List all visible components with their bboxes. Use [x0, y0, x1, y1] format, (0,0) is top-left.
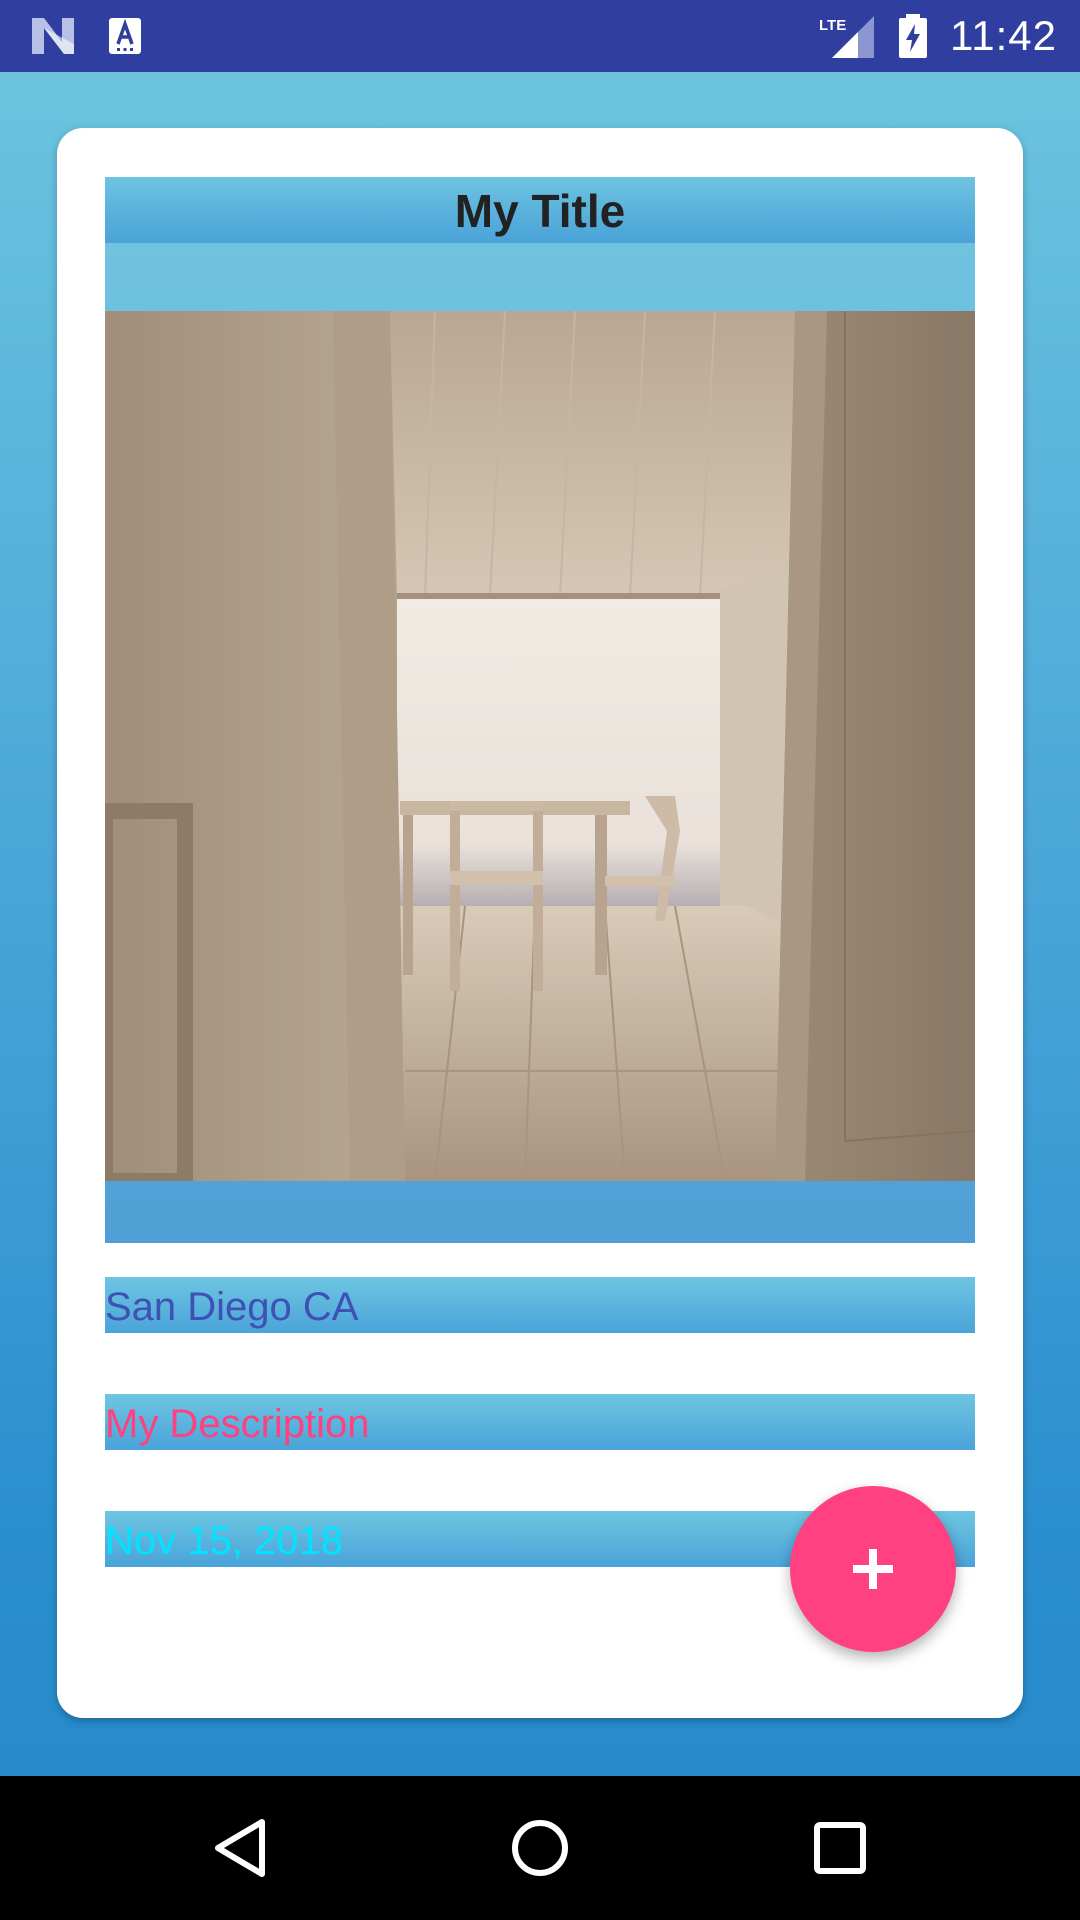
image-frame: [105, 243, 975, 1243]
navigation-bar: [0, 1776, 1080, 1920]
description-row: My Description: [105, 1394, 975, 1450]
card-title: My Title: [454, 185, 626, 237]
network-label: LTE: [819, 17, 846, 34]
title-bar: My Title: [105, 177, 975, 243]
date-text: Nov 15, 2018: [105, 1519, 343, 1563]
location-text: San Diego CA: [105, 1285, 359, 1329]
lte-signal-icon: LTE: [819, 16, 874, 58]
room-photo[interactable]: [105, 311, 975, 1181]
clock: 11:42: [950, 12, 1057, 59]
plus-icon: [853, 1549, 893, 1589]
post-card: My Title San Diego CA My Description Nov…: [57, 128, 1023, 1718]
screen: LTE 11:42 My Title San Diego CA My Descr…: [0, 0, 1080, 1920]
a-keyboard-icon: [109, 18, 141, 54]
n-icon: [32, 18, 74, 54]
room-illustration: [105, 311, 975, 1181]
battery-charging-icon: [899, 14, 927, 58]
location-row: San Diego CA: [105, 1277, 975, 1333]
recents-icon[interactable]: [800, 1808, 880, 1888]
home-icon[interactable]: [500, 1808, 580, 1888]
description-text: My Description: [105, 1402, 370, 1446]
add-button[interactable]: [790, 1486, 956, 1652]
status-bar: LTE 11:42: [0, 0, 1080, 72]
back-icon[interactable]: [200, 1808, 280, 1888]
